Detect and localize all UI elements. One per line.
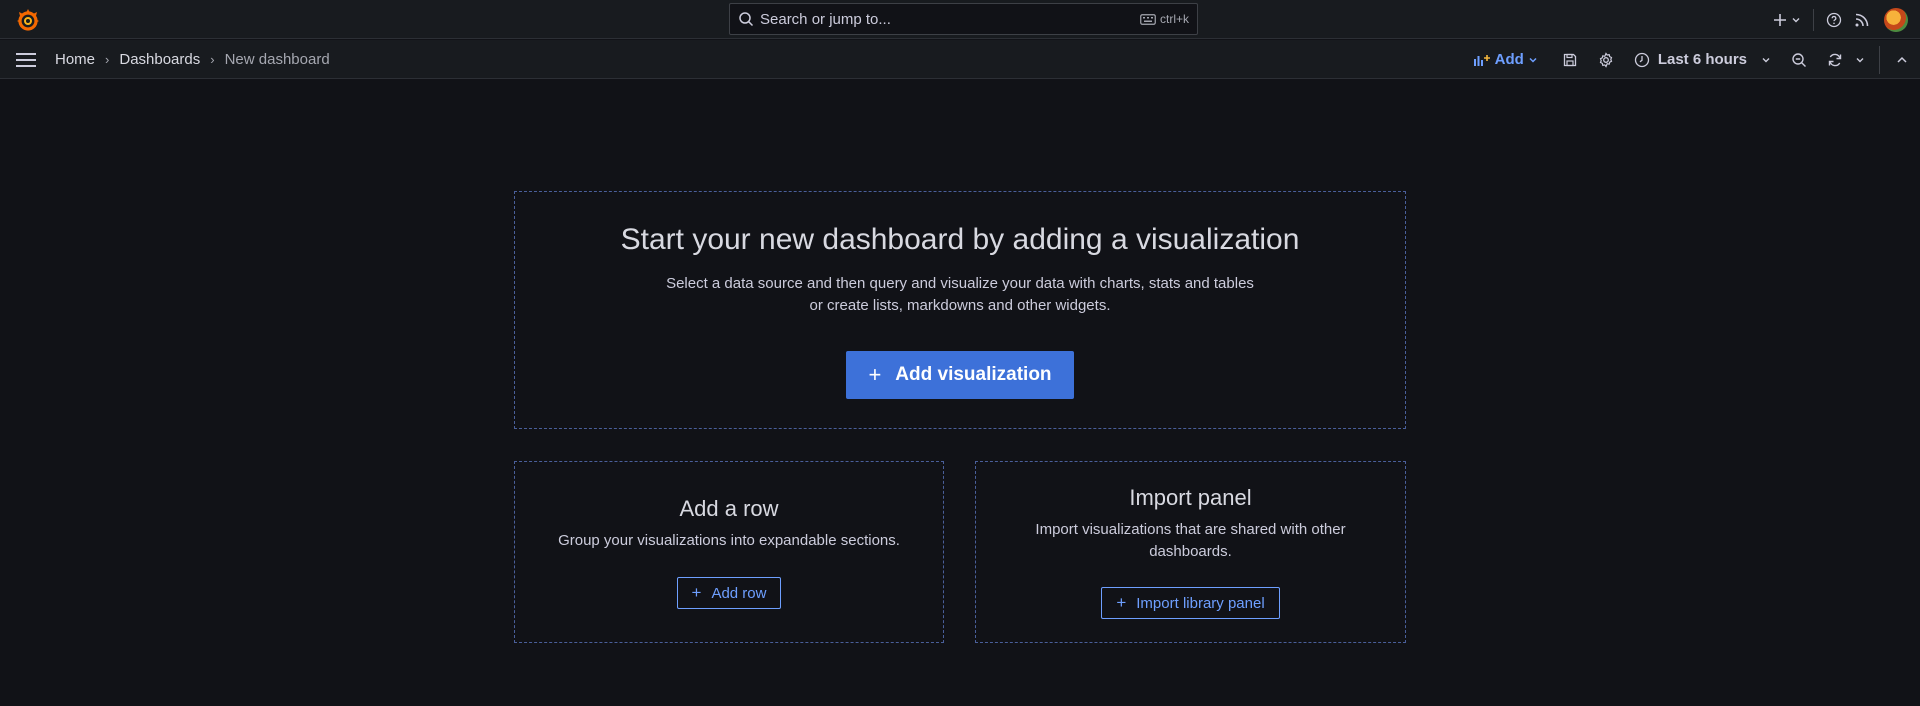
empty-dashboard-description: Select a data source and then query and … — [515, 273, 1405, 317]
import-panel-title: Import panel — [1129, 485, 1252, 510]
keyboard-shortcut-hint: ctrl+k — [1140, 12, 1189, 26]
chevron-up-icon — [1897, 56, 1907, 63]
add-visualization-label: Add visualization — [895, 364, 1052, 385]
add-button-label: Add — [1494, 51, 1524, 68]
plus-icon: + — [1116, 593, 1127, 612]
new-menu-button[interactable] — [1767, 4, 1807, 36]
search-placeholder: Search or jump to... — [760, 10, 891, 28]
empty-dashboard-panel: Start your new dashboard by adding a vis… — [514, 191, 1406, 429]
zoom-out-button[interactable] — [1781, 44, 1817, 76]
import-library-panel-label: Import library panel — [1136, 594, 1265, 612]
keyboard-icon — [1140, 13, 1156, 25]
chevron-down-icon — [1529, 57, 1537, 63]
refresh-button[interactable] — [1817, 44, 1847, 76]
news-button[interactable] — [1848, 4, 1876, 36]
description-line-1: Select a data source and then query and … — [666, 275, 1254, 292]
description-line-2: or create lists, markdowns and other wid… — [809, 297, 1111, 314]
breadcrumb-dashboards[interactable]: Dashboards — [119, 51, 200, 68]
collapse-toolbar-button[interactable] — [1884, 44, 1920, 76]
top-bar-actions — [1767, 0, 1920, 39]
add-visualization-button[interactable]: + Add visualization — [846, 351, 1074, 399]
plus-icon — [1774, 13, 1786, 26]
save-dashboard-button[interactable] — [1552, 44, 1588, 76]
breadcrumb-home[interactable]: Home — [55, 51, 95, 68]
plus-icon: + — [868, 362, 882, 387]
grafana-logo-icon[interactable] — [14, 6, 42, 34]
import-panel: Import panel Import visualizations that … — [975, 461, 1406, 643]
import-panel-description: Import visualizations that are shared wi… — [1035, 521, 1346, 560]
search-input[interactable]: Search or jump to... ctrl+k — [729, 3, 1198, 35]
chevron-down-icon — [1792, 17, 1800, 22]
plus-icon: + — [691, 583, 702, 602]
breadcrumb-current: New dashboard — [224, 51, 330, 68]
chevron-right-icon: › — [210, 52, 215, 67]
add-panel-icon — [1473, 54, 1490, 66]
time-range-label: Last 6 hours — [1657, 51, 1747, 68]
dashboard-nav-bar: Home › Dashboards › New dashboard Add La… — [0, 40, 1920, 79]
refresh-icon — [1828, 53, 1842, 66]
add-row-label: Add row — [711, 584, 767, 602]
divider — [1813, 8, 1814, 31]
help-icon — [1826, 12, 1842, 27]
add-panel-button[interactable]: Add — [1463, 44, 1552, 76]
breadcrumb: Home › Dashboards › New dashboard — [55, 40, 330, 79]
add-row-button[interactable]: + Add row — [676, 577, 782, 609]
rss-icon — [1855, 13, 1869, 26]
search-icon — [739, 12, 754, 27]
help-button[interactable] — [1820, 4, 1848, 36]
menu-toggle-icon[interactable] — [16, 50, 38, 68]
chevron-down-icon — [1856, 57, 1864, 62]
add-row-description: Group your visualizations into expandabl… — [558, 532, 900, 549]
top-bar: Search or jump to... ctrl+k — [0, 0, 1920, 39]
add-row-panel: Add a row Group your visualizations into… — [514, 461, 944, 643]
gear-icon — [1599, 51, 1613, 68]
time-range-picker[interactable]: Last 6 hours — [1624, 44, 1781, 76]
user-avatar[interactable] — [1884, 7, 1908, 32]
import-library-panel-button[interactable]: + Import library panel — [1101, 587, 1280, 619]
dashboard-toolbar: Add Last 6 hours — [1463, 40, 1920, 79]
chevron-right-icon: › — [105, 52, 110, 67]
add-row-title: Add a row — [679, 496, 779, 521]
refresh-interval-dropdown[interactable] — [1847, 44, 1875, 76]
dashboard-settings-button[interactable] — [1588, 44, 1624, 76]
zoom-out-icon — [1792, 52, 1806, 67]
divider — [1879, 45, 1880, 74]
clock-icon — [1634, 52, 1649, 67]
save-icon — [1563, 53, 1576, 66]
chevron-down-icon — [1762, 57, 1770, 62]
empty-dashboard-title: Start your new dashboard by adding a vis… — [620, 223, 1300, 256]
shortcut-text: ctrl+k — [1159, 12, 1189, 26]
